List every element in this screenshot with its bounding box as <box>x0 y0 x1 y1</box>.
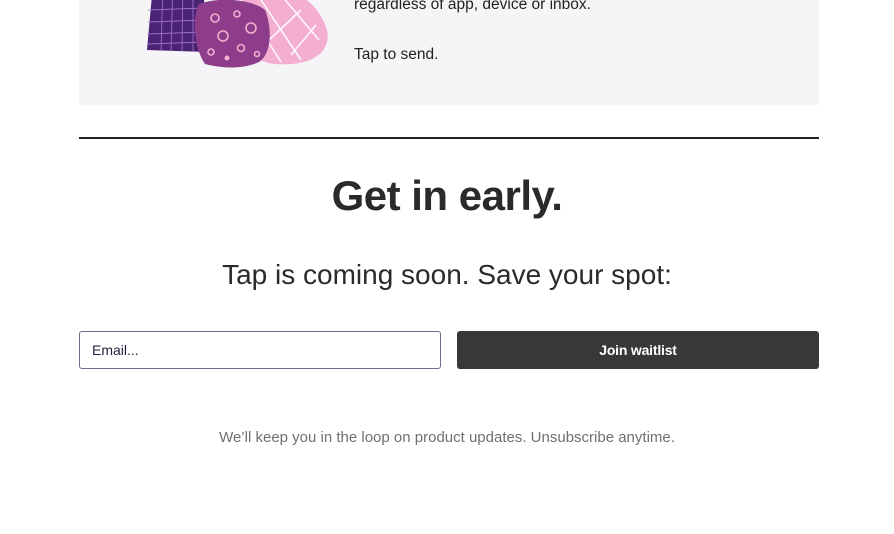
join-waitlist-button[interactable]: Join waitlist <box>457 331 819 369</box>
email-input[interactable] <box>79 331 441 369</box>
section-divider <box>79 137 819 139</box>
privacy-disclaimer: We’ll keep you in the loop on product up… <box>219 429 675 446</box>
feature-tagline: Tap to send. <box>354 46 439 63</box>
feature-description-line: regardless of app, device or inbox. <box>354 0 591 13</box>
pattern-shapes-illustration <box>146 0 328 68</box>
waitlist-headline: Get in early. <box>331 172 563 219</box>
page: regardless of app, device or inbox. Tap … <box>0 0 894 534</box>
feature-card: regardless of app, device or inbox. Tap … <box>79 0 819 105</box>
waitlist-subhead: Tap is coming soon. Save your spot: <box>222 259 672 290</box>
magenta-dotted-shape <box>194 0 270 68</box>
